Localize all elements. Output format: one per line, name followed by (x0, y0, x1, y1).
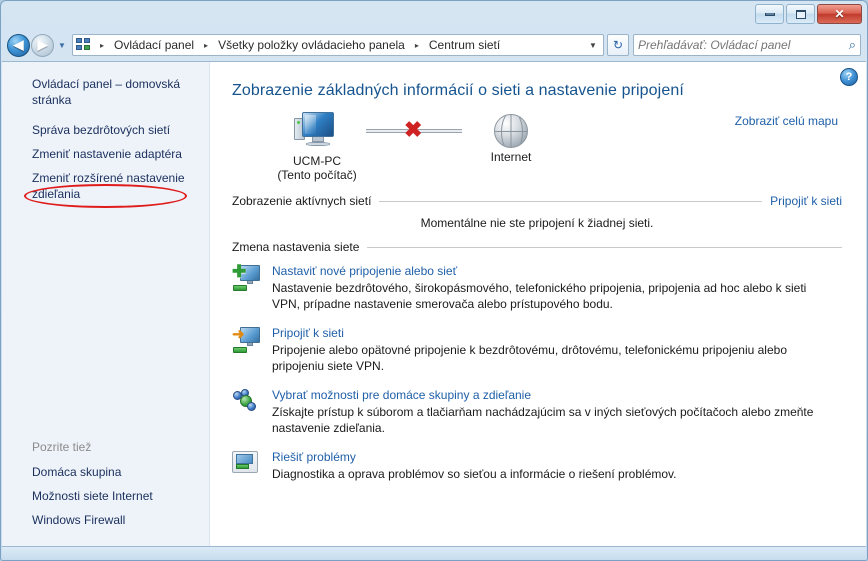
task-body: Vybrať možnosti pre domáce skupiny a zdi… (272, 388, 842, 436)
navigation-toolbar: ◀ ▶ ▼ ▸ Ovládací panel ▸ Všetky položky … (1, 29, 867, 61)
task-icon-container: ➜ (232, 326, 272, 374)
title-bar: ✕ (1, 1, 867, 29)
help-icon[interactable]: ? (840, 68, 858, 86)
task-icon-container (232, 450, 272, 482)
breadcrumb-item-network-center[interactable]: Centrum sietí (425, 36, 504, 54)
section-divider (379, 200, 763, 202)
homegroup-sharing-icon (232, 389, 262, 415)
close-button[interactable]: ✕ (817, 4, 862, 24)
breadcrumb-separator-icon: ▸ (414, 40, 419, 50)
sidebar-see-also-section: Pozrite tiež Domáca skupina Možnosti sie… (2, 438, 209, 546)
task-list: ✚ Nastaviť nové pripojenie alebo sieť Na… (232, 263, 842, 482)
task-homegroup-sharing: Vybrať možnosti pre domáce skupiny a zdi… (232, 388, 842, 436)
control-panel-icon (76, 37, 92, 53)
forward-button[interactable]: ▶ (31, 33, 54, 57)
task-link-connect-to-network[interactable]: Pripojiť k sieti (272, 326, 842, 340)
task-icon-container: ✚ (232, 263, 272, 312)
active-networks-header: Zobrazenie aktívnych sietí Pripojiť k si… (232, 194, 842, 208)
sidebar-item-homegroup[interactable]: Domáca skupina (2, 460, 209, 484)
forward-arrow-icon: ▶ (37, 37, 48, 52)
task-link-setup-new-connection[interactable]: Nastaviť nové pripojenie alebo sieť (272, 264, 842, 278)
change-settings-header: Zmena nastavenia siete (232, 240, 842, 254)
task-link-homegroup-sharing[interactable]: Vybrať možnosti pre domáce skupiny a zdi… (272, 388, 842, 402)
page-title: Zobrazenie základných informácií o sieti… (232, 82, 684, 99)
setup-new-connection-icon: ✚ (232, 263, 262, 291)
task-link-troubleshoot[interactable]: Riešiť problémy (272, 450, 842, 464)
history-dropdown-button[interactable]: ▼ (54, 41, 70, 50)
address-bar[interactable]: ▸ Ovládací panel ▸ Všetky položky ovláda… (72, 34, 604, 56)
task-body: Pripojiť k sieti Pripojenie alebo opätov… (272, 326, 842, 374)
breadcrumb: ▸ Ovládací panel ▸ Všetky položky ovláda… (94, 36, 585, 54)
task-description: Pripojenie alebo opätovné pripojenie k b… (272, 343, 787, 373)
task-connect-to-network: ➜ Pripojiť k sieti Pripojenie alebo opät… (232, 326, 842, 374)
address-dropdown-icon[interactable]: ▼ (585, 41, 601, 50)
window-caption-buttons: ✕ (755, 4, 862, 24)
section-divider (367, 246, 842, 248)
sidebar-item-windows-firewall[interactable]: Windows Firewall (2, 508, 209, 532)
task-description: Nastavenie bezdrôtového, širokopásmového… (272, 281, 807, 311)
network-connection-link: ✖ (360, 112, 468, 152)
control-panel-window: ✕ ◀ ▶ ▼ ▸ Ovládací panel ▸ Všetky položk… (0, 0, 868, 561)
breadcrumb-item-all-items[interactable]: Všetky položky ovládacieho panela (214, 36, 409, 54)
sidebar-item-change-advanced-sharing-settings[interactable]: Zmeniť rozšírené nastavenie zdieľania (2, 166, 209, 206)
globe-icon (494, 114, 528, 148)
task-icon-container (232, 388, 272, 436)
active-networks-title: Zobrazenie aktívnych sietí (232, 194, 372, 208)
maximize-icon (795, 9, 806, 19)
window-client-area: Ovládací panel – domovská stránka Správa… (2, 61, 866, 546)
troubleshoot-icon (232, 451, 258, 473)
sidebar-item-change-adapter-settings[interactable]: Zmeniť nastavenie adaptéra (2, 142, 209, 166)
main-content: ? Zobrazenie základných informácií o sie… (210, 62, 866, 546)
computer-sub-label: (Tento počítač) (277, 168, 357, 182)
status-bar (2, 546, 866, 560)
network-map: Zobraziť celú mapu UCM-PC (Tento počítač… (232, 112, 842, 184)
task-description: Získajte prístup k súborom a tlačiarňam … (272, 405, 814, 435)
close-icon: ✕ (834, 7, 845, 21)
search-input[interactable] (638, 38, 849, 52)
refresh-button[interactable]: ↻ (607, 34, 629, 56)
breadcrumb-separator-icon: ▸ (99, 40, 104, 50)
network-node-internet[interactable]: Internet (468, 112, 554, 164)
maximize-button[interactable] (786, 4, 815, 24)
back-button[interactable]: ◀ (7, 33, 30, 57)
back-arrow-icon: ◀ (13, 37, 24, 52)
task-description: Diagnostika a oprava problémov so sieťou… (272, 467, 677, 481)
connection-broken-x-icon: ✖ (404, 117, 423, 142)
search-box[interactable]: ⌕ (633, 34, 861, 56)
connect-to-network-link[interactable]: Pripojiť k sieti (770, 194, 842, 208)
task-body: Nastaviť nové pripojenie alebo sieť Nast… (272, 264, 842, 312)
minimize-icon (764, 12, 775, 16)
task-setup-new-connection: ✚ Nastaviť nové pripojenie alebo sieť Na… (232, 263, 842, 312)
internet-label: Internet (490, 150, 532, 164)
task-body: Riešiť problémy Diagnostika a oprava pro… (272, 450, 842, 482)
refresh-icon: ↻ (612, 38, 624, 52)
sidebar-item-manage-wireless-networks[interactable]: Správa bezdrôtových sietí (2, 118, 209, 142)
connect-to-network-icon: ➜ (232, 327, 262, 353)
chevron-down-icon: ▼ (58, 40, 66, 50)
view-full-map-link[interactable]: Zobraziť celú mapu (735, 114, 838, 128)
change-settings-title: Zmena nastavenia siete (232, 240, 360, 254)
sidebar-item-internet-options[interactable]: Možnosti siete Internet (2, 484, 209, 508)
breadcrumb-item-control-panel[interactable]: Ovládací panel (110, 36, 198, 54)
computer-icon (294, 112, 340, 152)
sidebar-item-control-panel-home[interactable]: Ovládací panel – domovská stránka (2, 74, 209, 118)
sidebar: Ovládací panel – domovská stránka Správa… (2, 62, 210, 546)
computer-name-label: UCM-PC (293, 154, 341, 168)
search-icon: ⌕ (848, 37, 856, 52)
no-network-status-text: Momentálne nie ste pripojení k žiadnej s… (420, 216, 654, 230)
minimize-button[interactable] (755, 4, 784, 24)
task-troubleshoot: Riešiť problémy Diagnostika a oprava pro… (232, 450, 842, 482)
see-also-heading: Pozrite tiež (32, 440, 92, 454)
network-node-computer[interactable]: UCM-PC (Tento počítač) (274, 112, 360, 182)
breadcrumb-separator-icon: ▸ (204, 40, 209, 50)
